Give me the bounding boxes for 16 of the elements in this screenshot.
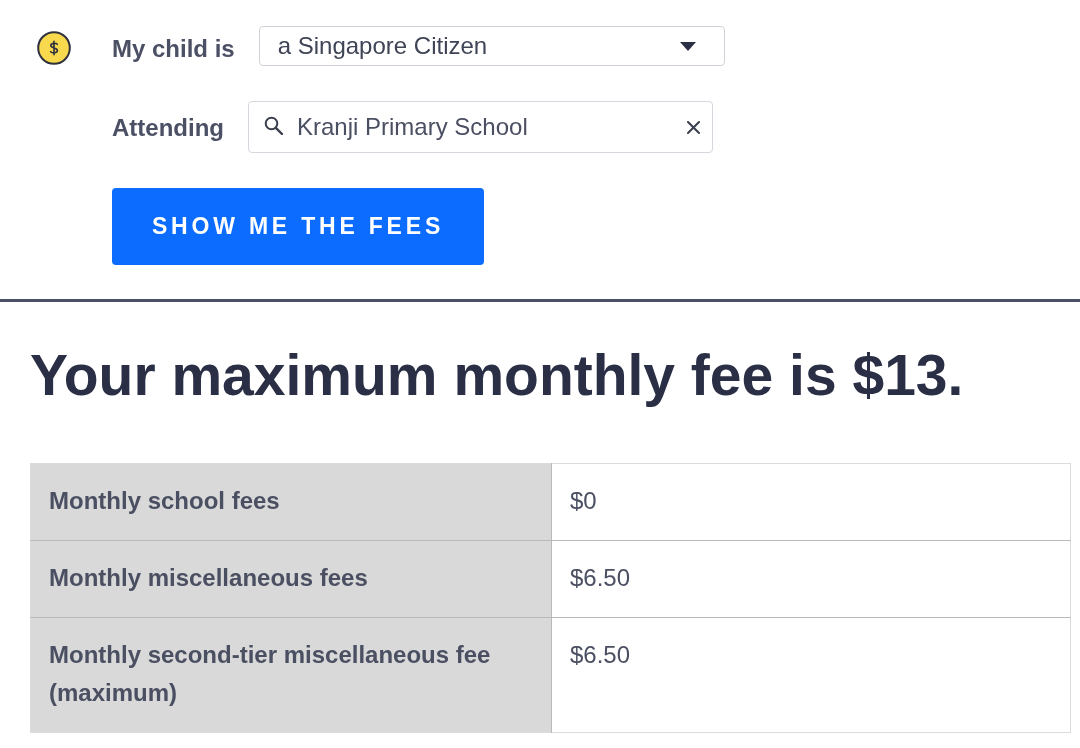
result-heading: Your maximum monthly fee is $13. (30, 342, 965, 409)
field-label: My child is (112, 34, 235, 63)
search-field[interactable]: Kranji Primary School (248, 101, 713, 153)
field-label: Attending (112, 113, 224, 142)
fee-value-cell: $0 (551, 463, 1071, 541)
fee-value-cell: $6.50 (551, 617, 1071, 733)
select-dropdown[interactable]: a Singapore Citizen (258, 26, 725, 66)
fee-value-cell: $6.50 (551, 540, 1071, 618)
fee-label-cell: Monthly school fees (30, 463, 552, 541)
show-fees-button[interactable]: SHOW ME THE FEES (112, 188, 484, 265)
fee-label-cell: Monthly second-tier miscellaneous fee (maximum) (30, 617, 552, 733)
clear-icon[interactable] (687, 120, 700, 134)
fee-label-cell: Monthly miscellaneous fees (30, 540, 552, 618)
dollar-coin-icon (37, 31, 71, 65)
search-icon (264, 115, 283, 135)
caret-icon (679, 41, 696, 51)
